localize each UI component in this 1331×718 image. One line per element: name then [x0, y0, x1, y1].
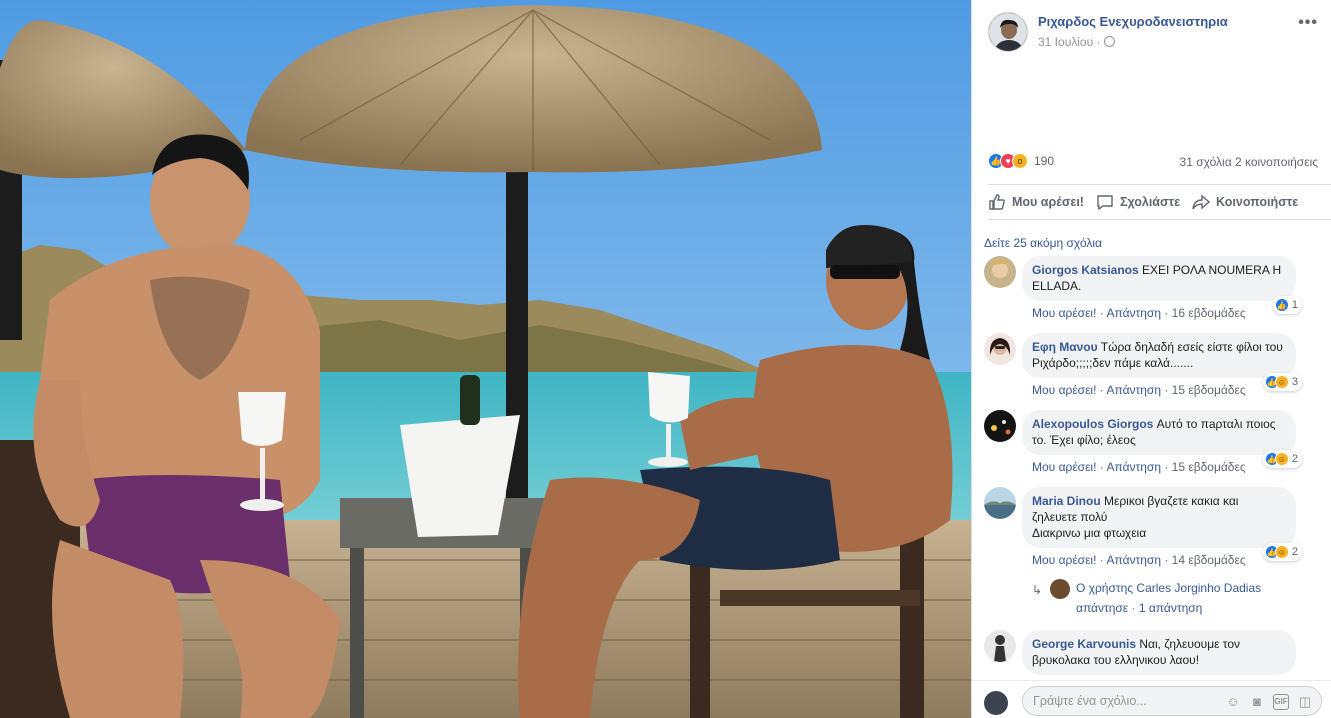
speech-bubble-icon	[1097, 195, 1113, 211]
comment-meta: Μου αρέσει! · Απάντηση · 16 εβδομάδες	[1032, 306, 1246, 320]
comment-reply-link[interactable]: Απάντηση	[1106, 306, 1161, 320]
like-button[interactable]: Μου αρέσει!	[988, 193, 1084, 211]
post-actions-bar: Μου αρέσει! Σχολιάστε Κοινοποιήστε	[988, 184, 1331, 220]
author-name[interactable]: Ριχαρδος Ενεχυροδανειστηρια	[1038, 14, 1228, 29]
haha-reaction-icon: ☺	[1274, 452, 1289, 466]
emoji-icon[interactable]: ☺	[1225, 694, 1241, 710]
post-header: Ριχαρδος Ενεχυροδανειστηρια 31 Ιουλίου ·…	[988, 12, 1318, 56]
comment-like-link[interactable]: Μου αρέσει!	[1032, 460, 1096, 474]
commenter-name[interactable]: Maria Dinou	[1032, 494, 1101, 508]
commenter-avatar[interactable]	[984, 487, 1016, 519]
comment-like-link[interactable]: Μου αρέσει!	[1032, 383, 1096, 397]
comment-label: Σχολιάστε	[1119, 195, 1181, 209]
post-stats: 👍 ♥ o 190 31 σχόλια 2 κοινοποιήσεις	[988, 153, 1318, 173]
comment-time[interactable]: 16 εβδομάδες	[1172, 306, 1246, 320]
commenter-avatar[interactable]	[984, 333, 1016, 365]
haha-reaction-icon: ☺	[1274, 545, 1289, 559]
reply-author-link[interactable]: Ο χρήστης Carles Jorginho Dadias	[1076, 578, 1261, 598]
comment-reaction-count: 2	[1291, 546, 1298, 558]
commenter-name[interactable]: Εφη Μανου	[1032, 340, 1098, 354]
reactions-summary[interactable]: 👍 ♥ o 190	[988, 153, 1054, 169]
comment-bubble: Giorgos Katsianos ΕΧΕΙ ΡΟΛΑ ΝΟUMERA Η EL…	[1022, 256, 1296, 301]
post-date-text: 31 Ιουλίου ·	[1038, 35, 1101, 49]
comments-shares-count[interactable]: 31 σχόλια 2 κοινοποιήσεις	[1180, 155, 1318, 169]
comment-meta: Μου αρέσει! · Απάντηση · 15 εβδομάδες	[1032, 383, 1246, 397]
comment-composer: ☺ ◙ GIF ◫	[972, 680, 1331, 718]
commenter-name[interactable]: Alexopoulos Giorgos	[1032, 417, 1153, 431]
beach-photo-image	[0, 0, 971, 718]
view-more-comments-link[interactable]: Δείτε 25 ακόμη σχόλια	[984, 236, 1102, 250]
comment-input[interactable]	[1033, 692, 1213, 710]
reply-separator: ·	[1131, 601, 1136, 615]
reply-arrow-icon: ↳	[1032, 583, 1043, 597]
comment-reply-link[interactable]: Απάντηση	[1106, 460, 1161, 474]
commenter-avatar[interactable]	[984, 410, 1016, 442]
sticker-icon[interactable]: ◫	[1297, 694, 1313, 710]
comment-bubble: Alexopoulos Giorgos Αυτό το πaρταλι ποιο…	[1022, 410, 1296, 455]
comment-item: Giorgos Katsianos ΕΧΕΙ ΡΟΛΑ ΝΟUMERA Η EL…	[984, 256, 1304, 326]
comment-button[interactable]: Σχολιάστε	[1096, 193, 1180, 211]
share-arrow-icon	[1192, 194, 1211, 210]
commenter-name[interactable]: George Karvounis	[1032, 637, 1136, 651]
comment-meta: Μου αρέσει! · Απάντηση · 14 εβδομάδες	[1032, 553, 1246, 567]
comment-bubble: Maria Dinou Μερικοι βγαζετε κακια και ζη…	[1022, 487, 1296, 548]
haha-reaction-icon: ☺	[1274, 375, 1289, 389]
post-timestamp[interactable]: 31 Ιουλίου ·	[1038, 35, 1116, 49]
share-label: Κοινοποιήστε	[1216, 195, 1299, 209]
comment-text-line2: Διακρινω μια φτωχεια	[1032, 526, 1147, 540]
comment-reaction-count: 2	[1291, 453, 1298, 465]
post-side-panel: Ριχαρδος Ενεχυροδανειστηρια 31 Ιουλίου ·…	[971, 0, 1331, 718]
reply-count-link[interactable]: 1 απάντηση	[1139, 601, 1203, 615]
comment-reactions[interactable]: 👍 ☺ 2	[1262, 543, 1302, 561]
comment-item: Alexopoulos Giorgos Αυτό το πaρταλι ποιο…	[984, 410, 1304, 480]
replied-link[interactable]: απάντησε	[1076, 601, 1128, 615]
composer-icons: ☺ ◙ GIF ◫	[1225, 694, 1313, 710]
reply-avatar[interactable]	[1050, 579, 1070, 599]
globe-icon	[1104, 36, 1116, 47]
comment-item: Maria Dinou Μερικοι βγαζετε κακια και ζη…	[984, 487, 1304, 577]
comment-input-box[interactable]: ☺ ◙ GIF ◫	[1022, 686, 1322, 716]
more-options-button[interactable]: •••	[1298, 14, 1318, 32]
reaction-count: 190	[1034, 154, 1055, 168]
comment-item: George Karvounis Ναι, ζηλευουμε τον βρυκ…	[984, 630, 1304, 680]
comment-reactions[interactable]: 👍 ☺ 2	[1262, 450, 1302, 468]
thumbs-up-icon	[989, 194, 1005, 210]
comment-reply-link[interactable]: Απάντηση	[1106, 553, 1161, 567]
commenter-name[interactable]: Giorgos Katsianos	[1032, 263, 1139, 277]
comment-reactions[interactable]: 👍 1	[1272, 296, 1302, 314]
comment-reaction-count: 1	[1291, 299, 1298, 311]
wow-reaction-icon: o	[1012, 153, 1028, 169]
comment-like-link[interactable]: Μου αρέσει!	[1032, 306, 1096, 320]
comment-item: Εφη Μανου Τώρα δηλαδή εσείς είστε φίλοι …	[984, 333, 1304, 403]
comment-bubble: George Karvounis Ναι, ζηλευουμε τον βρυκ…	[1022, 630, 1296, 675]
reply-links: απάντησε · 1 απάντηση	[1076, 598, 1202, 618]
commenter-avatar[interactable]	[984, 256, 1016, 288]
comment-time[interactable]: 15 εβδομάδες	[1172, 383, 1246, 397]
comment-meta: Μου αρέσει! · Απάντηση · 15 εβδομάδες	[1032, 460, 1246, 474]
comment-like-link[interactable]: Μου αρέσει!	[1032, 553, 1096, 567]
like-reaction-icon: 👍	[1274, 298, 1289, 312]
post-photo[interactable]	[0, 0, 971, 718]
author-avatar[interactable]	[988, 12, 1028, 52]
like-label: Μου αρέσει!	[1012, 195, 1084, 209]
camera-icon[interactable]: ◙	[1249, 694, 1265, 710]
gif-icon[interactable]: GIF	[1273, 694, 1289, 710]
comment-bubble: Εφη Μανου Τώρα δηλαδή εσείς είστε φίλοι …	[1022, 333, 1296, 378]
commenter-avatar[interactable]	[984, 630, 1016, 662]
comment-reply-link[interactable]: Απάντηση	[1106, 383, 1161, 397]
comment-reaction-count: 3	[1291, 376, 1298, 388]
comment-time[interactable]: 14 εβδομάδες	[1172, 553, 1246, 567]
share-button[interactable]: Κοινοποιήστε	[1192, 193, 1298, 211]
current-user-avatar	[984, 691, 1008, 715]
comment-time[interactable]: 15 εβδομάδες	[1172, 460, 1246, 474]
comment-reactions[interactable]: 👍 ☺ 3	[1262, 373, 1302, 391]
